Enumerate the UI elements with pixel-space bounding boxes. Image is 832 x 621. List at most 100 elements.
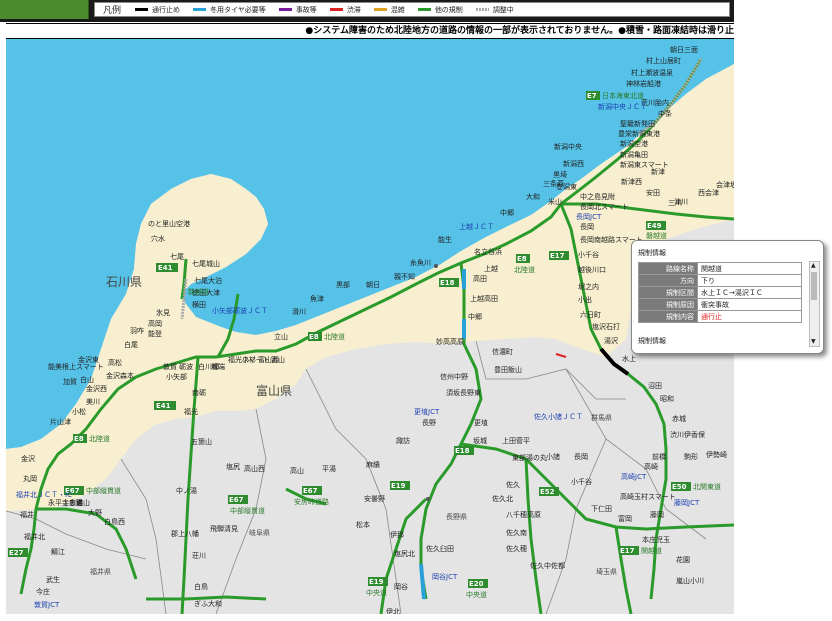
popup-scrollbar[interactable]: ▲ ▼ [809,261,820,347]
ic-label: 佐久北 [492,494,513,503]
ic-label: 小諸 [546,452,560,461]
ic-label: 飛騨清見 [210,524,238,533]
svg-text:E52: E52 [540,488,555,496]
scroll-down-icon[interactable]: ▼ [811,339,816,345]
ic-label: 村上瀬波温泉 [631,68,673,77]
ic-label: 富岡 [618,514,632,523]
route-shield: E18 [439,278,459,287]
road-map[interactable]: 石川県 富山県 群馬県 長野県 岐阜県 福井県 埼玉県 E41 E8 北陸道 E4… [6,39,734,614]
svg-text:中部縦貫道: 中部縦貫道 [86,486,121,495]
ic-label: 坂城 [473,436,487,445]
ic-label: 親不知 [394,272,415,281]
svg-text:E19: E19 [369,578,384,586]
jct-label: 新潟中央ＪＣＴ [598,102,647,111]
ic-label: 須坂長野東 [446,388,481,397]
svg-text:E8: E8 [309,333,319,341]
svg-text:磐越道: 磐越道 [646,231,667,240]
jct-marker [426,497,430,501]
ic-label: 麻績 [366,460,380,469]
ic-label: 敦賀JCT [34,600,60,609]
ic-label: 富山 [271,355,285,364]
ic-label: 新津 [651,167,665,176]
ic-label: 七尾大泊 [194,276,222,285]
ic-label: 岡谷 [394,582,408,591]
scroll-thumb[interactable] [811,272,817,300]
ic-label: 高田 [473,274,487,283]
ic-label: 片山津 [50,417,71,426]
ic-label: 伊那 [390,530,404,539]
ic-label: 能生 [438,235,452,244]
svg-text:E18: E18 [440,279,455,287]
svg-text:E41: E41 [156,402,171,410]
ic-label: 五箇山 [191,437,212,446]
jct-label: 長岡JCT [576,213,602,221]
ic-label: 立山 [274,332,288,341]
ic-label: 駒形 [684,452,698,461]
ic-label: 新潟中央 [554,142,582,151]
ic-label: 塩沢石打 [592,322,620,331]
svg-text:E67: E67 [303,487,318,495]
ic-label: 三条燕 [543,179,564,188]
popup-footer: 規制情報 [638,337,666,345]
route-shield: E50 北関東道 [671,482,721,491]
row-value: 水上ＩＣ→湯沢ＩＣ [697,286,802,299]
ic-label: 東部湯の丸 [512,453,547,462]
svg-text:北陸道: 北陸道 [514,265,535,274]
svg-text:安房峠道路: 安房峠道路 [294,497,329,506]
row-value: 通行止 [697,310,802,323]
svg-text:E7: E7 [587,92,597,100]
ic-label: 横田 [192,300,206,309]
route-shield: E41 [154,401,176,410]
ic-label: 城端 [211,362,225,371]
ic-label: 荘川 [192,551,206,560]
route-shield: E18 [454,446,474,455]
ic-label: 鯖江 [51,547,65,556]
ic-label: 水上 [622,354,636,363]
route-shield: E52 [539,487,559,496]
scroll-up-icon[interactable]: ▲ [811,263,816,269]
ic-label: 中条 [658,109,672,118]
ic-label: 敦賀 [163,362,177,371]
corner-tab[interactable] [0,0,89,19]
ic-label: 花園 [676,555,690,564]
ic-label: 佐久 [506,480,520,489]
jct-label: 佐久小諸ＪＣＴ [534,412,583,421]
ic-label: 上越 [484,264,498,273]
popup-table: 路線名称 関越道 方向 下り 規制区間 水上ＩＣ→湯沢ＩＣ 規制原因 衝突事故 規制内容… [638,262,802,323]
ic-label: 堀之内 [578,282,599,291]
ic-label: 塩尻北 [394,549,415,558]
svg-text:E41: E41 [158,264,173,272]
ic-label: 信州中野 [440,372,468,381]
legend-item: 調整中 [475,5,514,15]
ic-label: 聖籠新発田 [620,119,655,128]
svg-text:E17: E17 [550,252,565,260]
popup-header: 規制情報 [638,249,666,257]
ic-label: 佐久穂 [506,544,527,553]
row-value: 関越道 [697,262,802,275]
legend-item: 混雑 [373,5,405,15]
svg-text:中部縦貫道: 中部縦貫道 [230,506,265,515]
ic-label: 美川 [86,397,100,406]
ic-label: 前橋 [652,452,666,461]
svg-text:中央道: 中央道 [466,590,487,599]
ic-label: 米山 [548,197,562,206]
table-row: 規制原因 衝突事故 [638,298,802,311]
ic-label: 永平寺参道 [48,498,83,507]
regulation-popup[interactable]: 規制情報 路線名称 関越道 方向 下り 規制区間 水上ＩＣ→湯沢ＩＣ 規制原因 衝突事故… [631,240,824,354]
ic-label: 金沢森本 [106,371,134,380]
ic-label: 氷見 [156,308,170,317]
ic-label: 更埴 [474,418,488,427]
row-key: 規制原因 [638,298,698,311]
ic-label: 津川 [674,198,688,206]
svg-text:E49: E49 [647,222,662,230]
ic-label: 糸魚川 [410,258,431,267]
ic-label: 信濃町 [492,347,513,356]
table-row: 規制区間 水上ＩＣ→湯沢ＩＣ [638,286,802,299]
ic-label: 高山西 [244,464,265,473]
ic-label: 嵐山小川 [676,576,704,585]
ic-label: 黒埼 [553,170,567,179]
row-key: 規制区間 [638,286,698,299]
ic-label: 七尾城山 [192,259,220,268]
ic-label: 福井北 [24,532,45,541]
ic-label: 加賀 [63,377,77,386]
